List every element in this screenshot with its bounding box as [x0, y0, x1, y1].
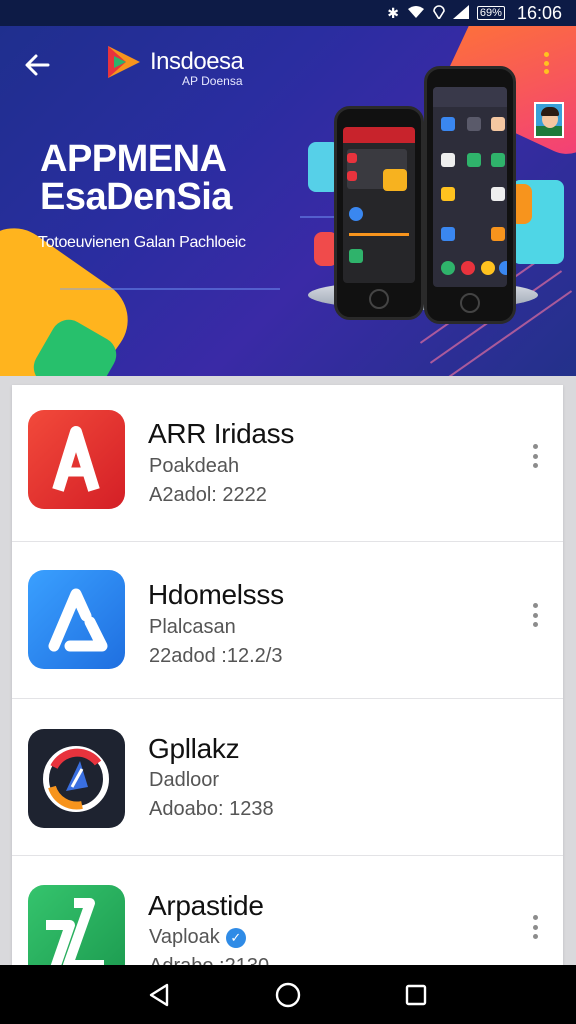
system-nav-bar — [0, 965, 576, 1024]
brand-name: Insdoesa — [150, 48, 244, 75]
item-more-button[interactable] — [527, 600, 543, 630]
location-icon — [433, 4, 445, 22]
app-meta: Adrabo :2130 — [149, 955, 269, 965]
status-bar: ✱ 69% 16:06 — [0, 0, 576, 26]
clock: 16:06 — [516, 2, 562, 23]
app-title: Gpllakz — [148, 733, 240, 764]
phone-illustration — [334, 106, 424, 320]
dot-icon — [543, 60, 549, 66]
wifi-icon — [407, 5, 425, 22]
app-subtitle: Plalcasan — [149, 616, 236, 638]
app-title: Hdomelsss — [148, 579, 284, 610]
nav-back-button[interactable] — [140, 975, 180, 1015]
bluetooth-icon: ✱ — [387, 4, 399, 21]
phone-illustration — [424, 66, 516, 324]
blue-a-icon — [28, 570, 125, 669]
list-item[interactable]: Arpastide Vaploak✓ Adrabo :2130 — [12, 856, 563, 965]
app-meta: 22adod :12.2/3 — [149, 645, 283, 667]
app-subtitle-row: Vaploak ✓ — [149, 926, 246, 949]
headline-line-2: EsaDenSia — [40, 176, 232, 218]
list-item[interactable]: ARR Iridass Poakdeah A2adol: 2222 — [12, 385, 563, 542]
triangle-back-icon — [149, 983, 169, 1006]
app-meta: A2adol: 2222 — [149, 484, 267, 506]
app-screen: ✱ 69% 16:06 Insdoesa AP Doensa APPMENA E… — [0, 0, 576, 1024]
promo-banner: Insdoesa AP Doensa APPMENA EsaDenSia Tot… — [0, 26, 576, 376]
avatar[interactable] — [534, 102, 564, 138]
brand-subtitle: AP Doensa — [182, 74, 243, 88]
brand-logo-icon — [104, 42, 144, 82]
dot-icon — [543, 52, 549, 57]
battery-percent: 69% — [476, 6, 505, 20]
item-more-button[interactable] — [527, 441, 543, 471]
app-subtitle: Poakdeah — [149, 455, 240, 477]
verified-check-icon: ✓ — [225, 927, 246, 948]
nav-home-button[interactable] — [268, 975, 308, 1015]
battery-icon: 69% — [476, 6, 505, 20]
red-a-icon — [28, 410, 125, 509]
nav-recents-button[interactable] — [396, 975, 436, 1015]
app-title: ARR Iridass — [148, 418, 295, 449]
app-subtitle: Vaploak — [149, 926, 220, 948]
dot-icon — [543, 69, 549, 74]
banner-tagline: Totoeuvienen Galan Pachloeic — [38, 234, 246, 251]
overflow-menu-button[interactable] — [536, 48, 556, 78]
app-subtitle: Dadloor — [149, 769, 220, 791]
banner-headline: APPMENA EsaDenSia — [40, 140, 232, 216]
circle-home-icon — [275, 982, 301, 1007]
app-list: ARR Iridass Poakdeah A2adol: 2222 Hdomel… — [12, 385, 563, 965]
arrow-left-icon — [25, 54, 50, 76]
headline-line-1: APPMENA — [40, 138, 227, 180]
signal-icon — [452, 4, 469, 22]
item-more-button[interactable] — [527, 912, 543, 942]
green-z-icon — [28, 885, 125, 965]
app-title: Arpastide — [148, 890, 264, 921]
list-item[interactable]: Gpllakz Dadloor Adoabo: 1238 — [12, 699, 563, 856]
list-item[interactable]: Hdomelsss Plalcasan 22adod :12.2/3 — [12, 542, 563, 699]
square-recents-icon — [405, 984, 427, 1005]
decor-line — [60, 288, 280, 290]
back-button[interactable] — [22, 50, 56, 80]
app-meta: Adoabo: 1238 — [149, 798, 274, 820]
circle-logo-icon — [28, 729, 125, 828]
